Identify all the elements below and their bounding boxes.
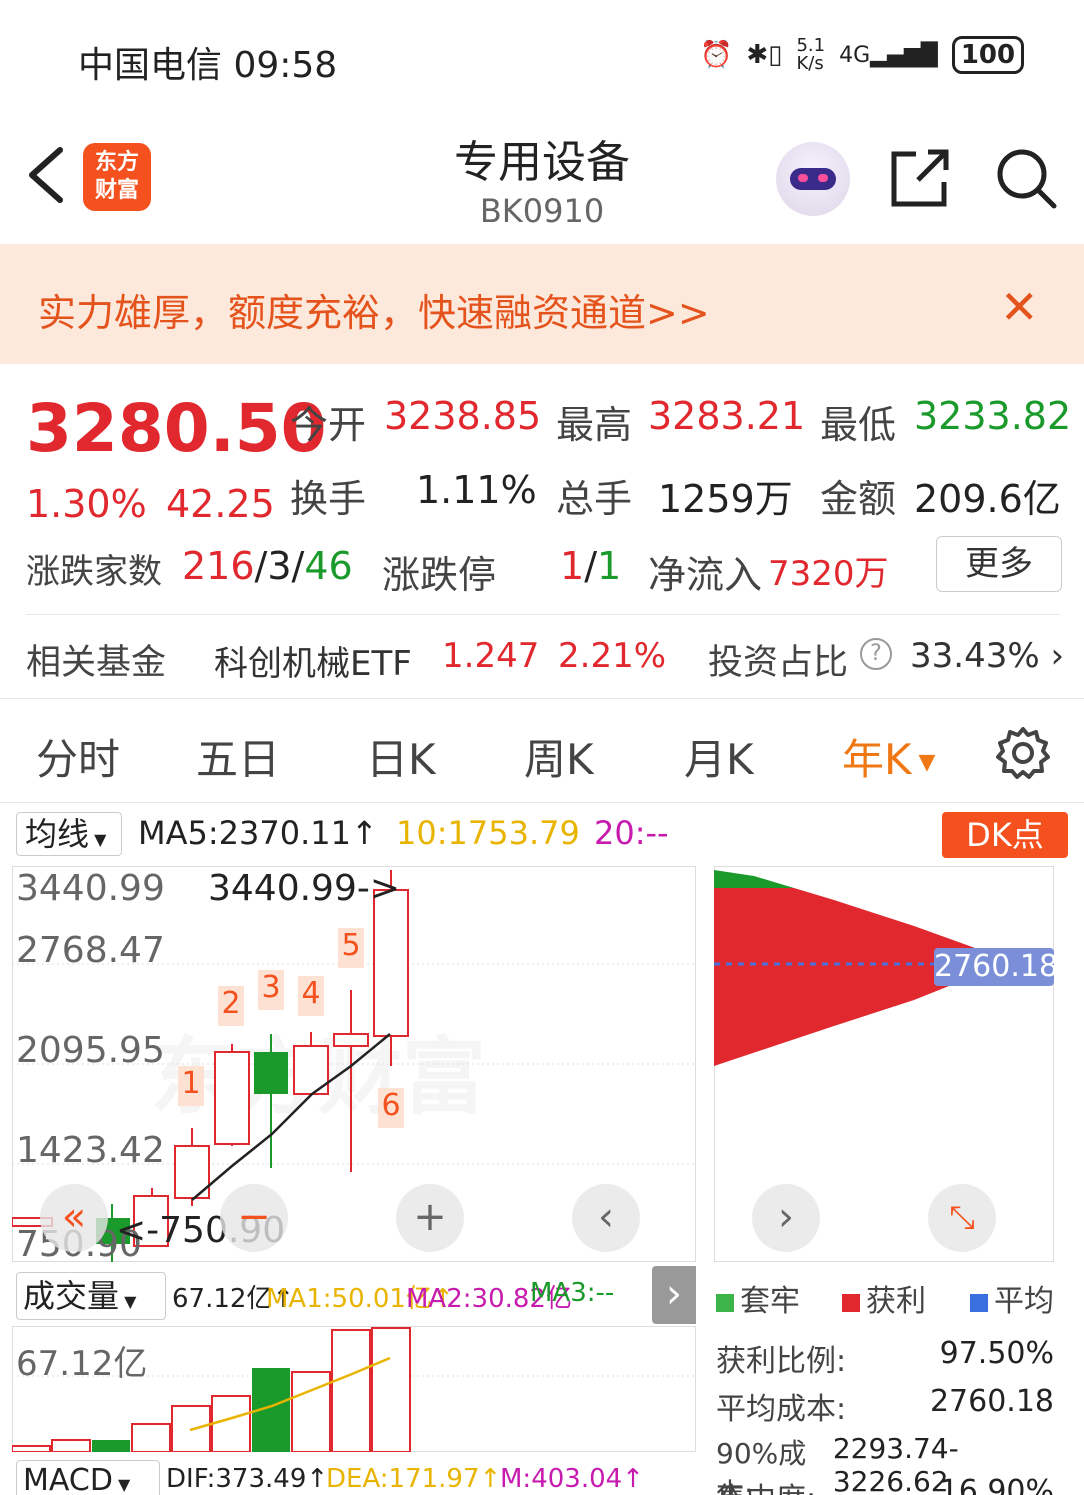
inflow-label: 净流入 <box>648 553 763 597</box>
more-button[interactable]: 更多 <box>936 536 1062 592</box>
kline-marker[interactable]: 5 <box>338 928 364 968</box>
net-speed: 5.1 K/s <box>796 35 826 74</box>
vol-ma3: MA3:-- <box>530 1278 615 1308</box>
up-count: 216 <box>182 544 255 588</box>
chevron-left-icon[interactable]: ‹ <box>572 1184 640 1252</box>
max-label: 3440.99-> <box>208 868 401 909</box>
y-tick-3: 2095.95 <box>16 1030 165 1071</box>
limit-counts: 1/1 <box>560 544 622 588</box>
kline-marker[interactable]: 3 <box>258 970 284 1010</box>
concentration-row: 集中度: 16.90% <box>716 1474 1054 1495</box>
tab-week-k[interactable]: 周K <box>524 726 594 787</box>
limit-down: 1 <box>597 544 622 588</box>
minus-icon[interactable]: − <box>220 1184 288 1252</box>
current-price: 3280.50 <box>26 390 327 467</box>
ma-selector[interactable]: 均线 ▼ <box>16 812 122 856</box>
kline-marker[interactable]: 4 <box>298 976 324 1016</box>
volume-label: 总手 <box>556 477 633 521</box>
volume-value: 1259万 <box>658 477 793 521</box>
dk-point-button[interactable]: DK点 <box>942 812 1068 858</box>
down-count: 46 <box>304 544 353 588</box>
macd-selector[interactable]: MACD ▼ <box>16 1460 160 1495</box>
collapse-panel-icon[interactable]: › <box>652 1266 696 1324</box>
macd-dif: DIF:373.49↑ <box>166 1464 329 1494</box>
legend-average: 平均 <box>970 1276 1054 1320</box>
ma5-value: MA5:2370.11↑ <box>138 814 378 852</box>
ma10-value: 10:1753.79 <box>396 814 580 852</box>
close-icon[interactable]: ✕ <box>1000 280 1039 334</box>
kline-marker[interactable]: 1 <box>178 1066 204 1106</box>
updown-label: 涨跌家数 <box>26 552 162 592</box>
legend-profit: 获利 <box>842 1276 926 1320</box>
share-icon[interactable] <box>888 146 952 210</box>
change-percent: 1.30% <box>26 482 147 526</box>
ratio-label: 投资占比 <box>708 643 849 683</box>
ma20-value: 20:-- <box>594 814 669 852</box>
avg-cost-tag: 2760.18 <box>934 948 1059 986</box>
battery-icon: 100 <box>951 36 1025 74</box>
promo-text[interactable]: 实力雄厚，额度充裕，快速融资通道>> <box>38 282 710 337</box>
double-left-icon[interactable]: « <box>40 1184 108 1252</box>
low-value: 3233.82 <box>914 394 1072 438</box>
flat-count: 3 <box>267 544 292 588</box>
signal-icon: 4G▂▄▆█ <box>839 42 938 68</box>
amount-label: 金额 <box>820 477 897 521</box>
ai-robot-icon[interactable] <box>776 142 850 216</box>
bluetooth-vibrate-icon: ✱▯ <box>746 40 783 70</box>
tab-year-k[interactable]: 年K ▼ <box>842 726 935 787</box>
tab-day-k[interactable]: 日K <box>366 726 436 787</box>
chevron-right-icon[interactable]: › <box>752 1184 820 1252</box>
carrier-time: 中国电信 09:58 <box>78 45 338 86</box>
macd-dea: DEA:171.97↑ <box>326 1464 502 1494</box>
tab-five-day[interactable]: 五日 <box>196 726 280 787</box>
amount-value: 209.6亿 <box>914 477 1061 521</box>
kline-marker[interactable]: 6 <box>378 1088 404 1128</box>
profit-ratio-row: 获利比例: 97.50% <box>716 1336 1054 1379</box>
y-tick-2: 2768.47 <box>16 930 165 971</box>
high-value: 3283.21 <box>648 394 806 438</box>
y-tick-1: 3440.99 <box>16 868 165 909</box>
indicator-selector[interactable]: 成交量 ▼ <box>16 1272 166 1320</box>
legend-trapped: 套牢 <box>716 1276 800 1320</box>
expand-icon[interactable]: ⤡ <box>928 1184 996 1252</box>
change-amount: 42.25 <box>166 482 275 526</box>
fund-ratio[interactable]: 33.43% › <box>910 636 1064 676</box>
fund-label: 相关基金 <box>26 643 167 683</box>
high-label: 最高 <box>556 403 633 447</box>
settings-gear-icon[interactable] <box>996 726 1050 780</box>
turnover-value: 1.11% <box>416 468 537 512</box>
help-icon[interactable]: ? <box>860 638 892 670</box>
limit-label: 涨跌停 <box>382 553 497 597</box>
kline-marker[interactable]: 2 <box>218 986 244 1026</box>
updown-counts: 216/3/46 <box>182 544 353 588</box>
plus-icon[interactable]: + <box>396 1184 464 1252</box>
search-icon[interactable] <box>994 146 1058 210</box>
macd-m: M:403.04↑ <box>500 1464 644 1494</box>
turnover-label: 换手 <box>290 477 367 521</box>
open-label: 今开 <box>290 403 367 447</box>
fund-price: 1.247 <box>442 636 540 676</box>
vol-y-tick: 67.12亿 <box>16 1344 148 1384</box>
tab-month-k[interactable]: 月K <box>684 726 754 787</box>
fund-pct: 2.21% <box>558 636 667 676</box>
fund-name[interactable]: 科创机械ETF <box>214 636 412 685</box>
open-value: 3238.85 <box>384 394 542 438</box>
avg-cost-row: 平均成本: 2760.18 <box>716 1384 1054 1427</box>
y-tick-4: 1423.42 <box>16 1130 165 1171</box>
inflow-value: 7320万 <box>768 554 889 594</box>
low-label: 最低 <box>820 403 897 447</box>
alarm-icon: ⏰ <box>700 40 733 70</box>
tab-intraday[interactable]: 分时 <box>36 726 120 787</box>
status-icons: ⏰ ✱▯ 5.1 K/s 4G▂▄▆█ 100 <box>700 35 1025 74</box>
limit-up: 1 <box>560 544 585 588</box>
